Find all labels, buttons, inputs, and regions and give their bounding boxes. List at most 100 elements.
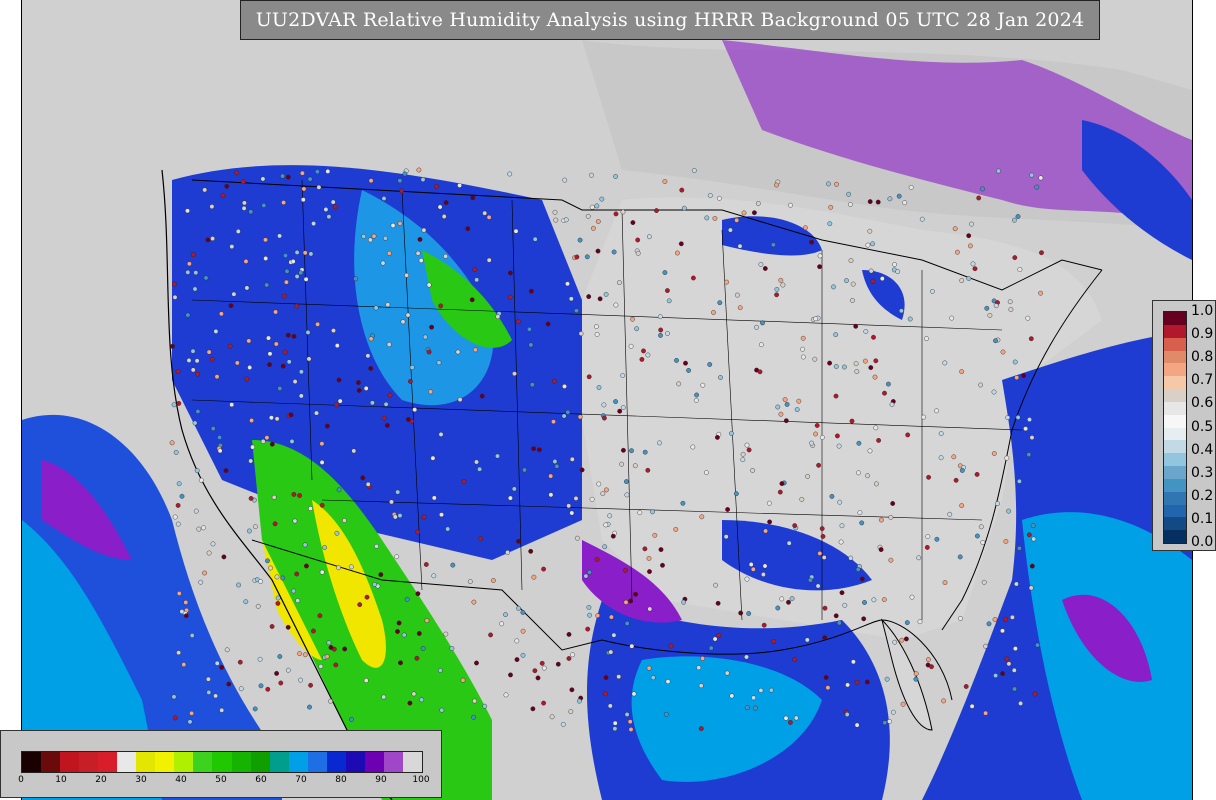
station-dot (607, 513, 613, 519)
station-dot (274, 416, 280, 422)
station-dot (243, 258, 249, 264)
station-dot (190, 252, 196, 258)
station-dot (577, 698, 582, 704)
station-dot (616, 674, 622, 680)
station-dot (589, 496, 595, 502)
station-dot (575, 535, 580, 541)
station-dot (610, 533, 616, 539)
station-dot (202, 570, 208, 576)
station-dot (565, 281, 570, 287)
station-dot (980, 186, 985, 192)
station-dot (569, 510, 575, 516)
station-dot (561, 413, 567, 419)
station-dot (218, 311, 224, 317)
station-dot (541, 665, 547, 671)
station-dot (526, 326, 532, 332)
station-dot (438, 431, 444, 437)
station-dot (267, 351, 273, 357)
station-dot (552, 209, 558, 215)
station-dot (896, 193, 902, 199)
station-dot (332, 204, 338, 210)
station-dot (921, 414, 926, 420)
station-dot (905, 432, 911, 438)
station-dot (800, 335, 806, 341)
station-dot (443, 253, 448, 259)
station-dot (794, 407, 800, 412)
station-dot (367, 237, 373, 243)
station-dot (365, 481, 371, 487)
station-dot (271, 494, 277, 500)
station-dot (405, 417, 411, 422)
station-dot (888, 557, 894, 563)
station-dot (209, 204, 215, 210)
station-dot (835, 433, 840, 439)
station-dot (368, 336, 374, 342)
station-dot (895, 269, 901, 274)
station-dot (972, 266, 978, 272)
station-dot (934, 408, 939, 414)
station-dot (812, 356, 818, 362)
station-dot (511, 486, 517, 492)
humidity-field (22, 0, 1192, 800)
station-dot (642, 546, 648, 552)
station-dot (859, 576, 865, 582)
station-dot (624, 621, 630, 626)
station-dot (331, 328, 336, 333)
station-dot (817, 264, 822, 270)
station-dot (904, 620, 910, 625)
station-dot (1012, 359, 1018, 365)
station-dot (363, 678, 369, 683)
station-dot (414, 655, 420, 661)
station-dot (264, 435, 270, 441)
station-dot (704, 470, 709, 475)
station-dot (574, 308, 579, 314)
station-dot (300, 197, 306, 203)
station-dot (291, 491, 297, 497)
station-dot (273, 341, 279, 347)
station-dot (229, 244, 235, 250)
station-dot (865, 242, 871, 248)
station-dot (516, 605, 521, 611)
station-dot (384, 422, 390, 428)
station-dot (396, 620, 402, 626)
station-dot (823, 675, 829, 680)
station-dot (750, 467, 755, 473)
station-dot (601, 402, 607, 408)
station-dot (365, 353, 371, 359)
station-dot (925, 534, 931, 539)
station-dot (834, 181, 839, 187)
station-dot (856, 470, 861, 476)
station-dot (357, 602, 363, 607)
station-dot (712, 215, 718, 221)
station-dot (437, 668, 443, 673)
station-dot (206, 690, 212, 695)
station-dot (206, 550, 212, 556)
station-dot (569, 456, 575, 462)
station-dot (603, 675, 609, 680)
station-dot (263, 256, 269, 261)
station-dot (762, 266, 768, 271)
station-dot (876, 437, 881, 443)
station-dot (176, 481, 182, 487)
station-dot (974, 471, 980, 477)
obs-tick-label: 0.9 (1191, 326, 1214, 343)
station-dot (401, 632, 407, 638)
station-dot (176, 650, 182, 656)
station-dot (183, 613, 189, 619)
station-dot (532, 668, 538, 674)
station-dot (760, 320, 765, 326)
station-dot (490, 578, 496, 583)
station-dot (620, 373, 626, 378)
obs-tick-label: 0.2 (1191, 487, 1214, 504)
station-dot (949, 315, 955, 321)
station-dot (386, 342, 392, 347)
station-dot (1012, 255, 1018, 261)
station-dot (241, 205, 247, 211)
station-dot (277, 386, 283, 391)
station-dot (746, 611, 752, 616)
station-dot (449, 646, 455, 651)
station-dot (314, 410, 319, 416)
station-dot (865, 473, 870, 479)
station-dot (613, 211, 619, 217)
station-dot (1014, 581, 1019, 587)
